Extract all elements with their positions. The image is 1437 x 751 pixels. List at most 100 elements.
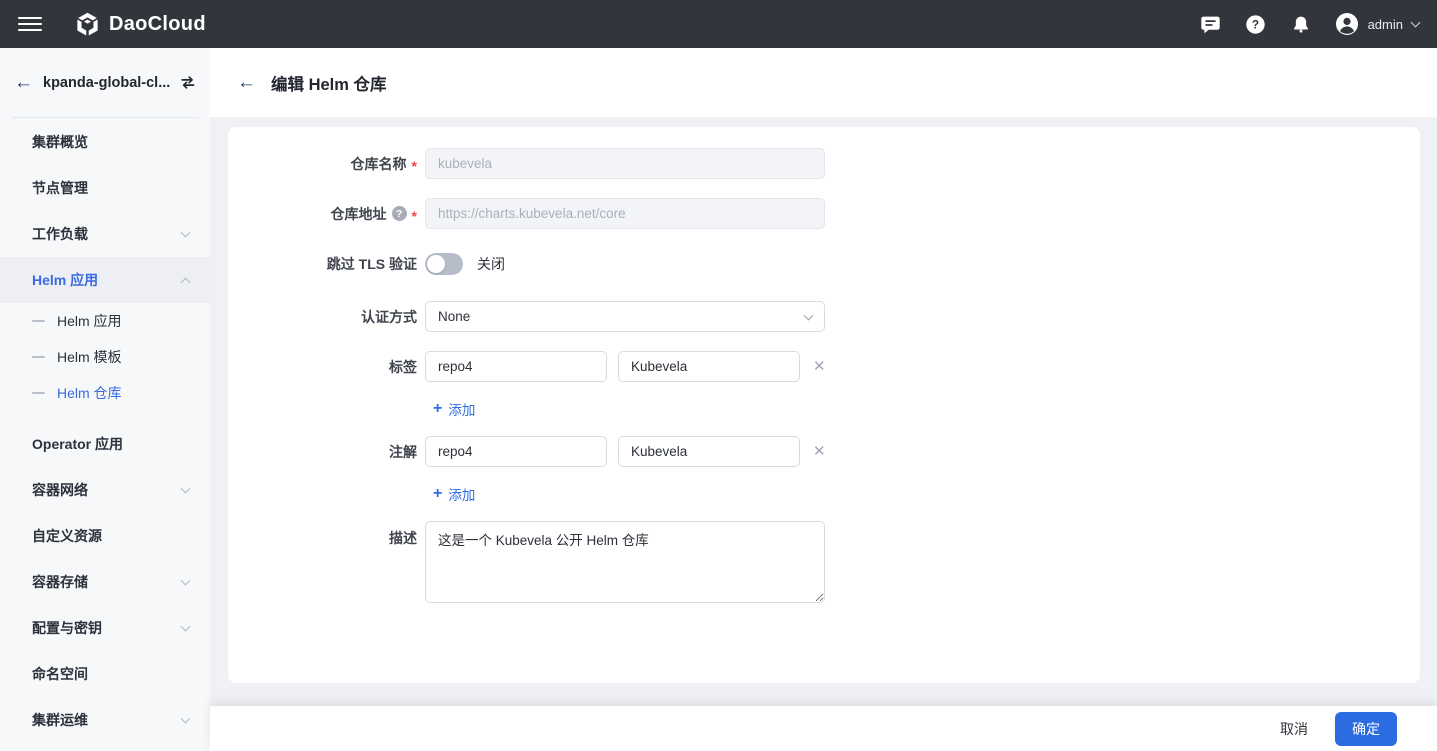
sidebar-item-label: 集群运维	[32, 710, 88, 730]
chevron-down-icon	[181, 714, 191, 724]
feedback-chat-icon[interactable]	[1200, 13, 1222, 35]
add-tag-button[interactable]: + 添加	[433, 399, 475, 419]
auth-method-label: 认证方式	[228, 301, 425, 332]
page-back-arrow-icon[interactable]: ←	[237, 73, 256, 92]
sidebar-item-label: 集群概览	[32, 132, 88, 152]
tag-value-input[interactable]	[618, 351, 800, 382]
chevron-down-icon	[181, 484, 191, 494]
chevron-down-icon	[804, 310, 814, 320]
sidebar-item[interactable]: 工作负载	[0, 211, 210, 257]
chevron-down-icon	[1411, 18, 1421, 28]
tags-row: 标签 ✕	[228, 351, 1420, 382]
avatar	[1335, 12, 1359, 36]
sidebar-item-label: Operator 应用	[32, 434, 123, 454]
remove-tag-icon[interactable]: ✕	[813, 359, 826, 374]
tags-label: 标签	[228, 351, 425, 382]
repo-url-label: 仓库地址 ? *	[228, 198, 425, 229]
chevron-down-icon	[181, 622, 191, 632]
sidebar-item-label: 容器网络	[32, 480, 88, 500]
form-card: 仓库名称 * 仓库地址 ? *	[228, 127, 1420, 683]
sidebar-item[interactable]: Operator 应用	[0, 421, 210, 467]
sidebar-item-label: 命名空间	[32, 664, 88, 684]
sidebar-item[interactable]: 容器网络	[0, 467, 210, 513]
cluster-name: kpanda-global-cl...	[43, 75, 170, 91]
repo-name-input	[425, 148, 825, 179]
sidebar-item[interactable]: Helm 仓库	[0, 375, 210, 411]
plus-icon: +	[433, 486, 442, 502]
auth-method-value: None	[438, 309, 470, 324]
dash-icon	[32, 356, 45, 358]
sidebar-nav: 集群概览节点管理工作负载 Helm 应用 Helm 应用 Helm 模板 Helm 仓库…	[0, 118, 210, 743]
annotations-label: 注解	[228, 436, 425, 467]
chevron-up-icon	[181, 277, 191, 287]
help-icon[interactable]: ?	[1245, 13, 1267, 35]
daocloud-cube-icon	[74, 11, 101, 38]
action-footer: 取消 确定	[210, 706, 1437, 751]
required-asterisk: *	[412, 208, 417, 224]
sidebar-item[interactable]: Helm 模板	[0, 339, 210, 375]
sidebar-item-label: 容器存储	[32, 572, 88, 592]
tag-key-input[interactable]	[425, 351, 607, 382]
top-bar: DaoCloud ?	[0, 0, 1437, 48]
skip-tls-label: 跳过 TLS 验证	[228, 248, 425, 279]
required-asterisk: *	[412, 158, 417, 174]
cluster-back-arrow-icon[interactable]: ←	[14, 73, 33, 92]
content-area: 仓库名称 * 仓库地址 ? *	[210, 117, 1437, 706]
user-name: admin	[1368, 17, 1403, 32]
annotation-key-input[interactable]	[425, 436, 607, 467]
add-tag-row: + 添加	[433, 399, 1420, 419]
auth-method-select[interactable]: None	[425, 301, 825, 332]
auth-method-row: 认证方式 None	[228, 301, 1420, 332]
sidebar-item[interactable]: 集群概览	[0, 119, 210, 165]
add-annotation-button[interactable]: + 添加	[433, 484, 475, 504]
annotations-row: 注解 ✕	[228, 436, 1420, 467]
daocloud-logo: DaoCloud	[74, 11, 206, 38]
sidebar-item[interactable]: Helm 应用	[0, 303, 210, 339]
skip-tls-state: 关闭	[477, 254, 505, 274]
sidebar-item-label: 自定义资源	[32, 526, 102, 546]
switch-cluster-icon[interactable]	[180, 73, 196, 92]
repo-url-input	[425, 198, 825, 229]
sidebar-item[interactable]: 自定义资源	[0, 513, 210, 559]
sidebar-item-label: Helm 模板	[57, 347, 122, 367]
sidebar-item-label: Helm 仓库	[57, 383, 122, 403]
sidebar-item-label: Helm 应用	[57, 311, 122, 331]
description-textarea[interactable]	[425, 521, 825, 603]
sidebar-item-label: 配置与密钥	[32, 618, 102, 638]
sidebar-item[interactable]: 集群运维	[0, 697, 210, 743]
sidebar-item-label: Helm 应用	[32, 270, 98, 290]
repo-name-row: 仓库名称 *	[228, 148, 1420, 179]
plus-icon: +	[433, 401, 442, 417]
description-row: 描述	[228, 521, 1420, 603]
sidebar-item[interactable]: 节点管理	[0, 165, 210, 211]
chevron-down-icon	[181, 576, 191, 586]
sidebar-item-label: 工作负载	[32, 224, 88, 244]
sidebar-item[interactable]: Helm 应用	[0, 257, 210, 303]
page-header: ← 编辑 Helm 仓库	[210, 48, 1437, 117]
sidebar-item-label: 节点管理	[32, 178, 88, 198]
chevron-down-icon	[181, 228, 191, 238]
annotation-value-input[interactable]	[618, 436, 800, 467]
hamburger-menu-icon[interactable]	[18, 17, 42, 32]
dash-icon	[32, 392, 45, 394]
skip-tls-toggle[interactable]	[425, 253, 463, 275]
skip-tls-row: 跳过 TLS 验证 关闭	[228, 248, 1420, 279]
sidebar-item[interactable]: 命名空间	[0, 651, 210, 697]
sidebar: ← kpanda-global-cl... 集群概览节点管理工作负载 Helm 应…	[0, 48, 210, 751]
repo-url-row: 仓库地址 ? *	[228, 198, 1420, 229]
description-label: 描述	[228, 521, 425, 603]
svg-text:?: ?	[1252, 17, 1259, 31]
dash-icon	[32, 320, 45, 322]
cancel-button[interactable]: 取消	[1280, 719, 1308, 739]
sidebar-item[interactable]: 配置与密钥	[0, 605, 210, 651]
confirm-button[interactable]: 确定	[1335, 712, 1397, 746]
sidebar-item[interactable]: 容器存储	[0, 559, 210, 605]
logo-text: DaoCloud	[109, 13, 206, 36]
remove-annotation-icon[interactable]: ✕	[813, 444, 826, 459]
help-tooltip-icon[interactable]: ?	[392, 206, 407, 221]
user-menu[interactable]: admin	[1335, 12, 1419, 36]
notification-bell-icon[interactable]	[1290, 13, 1312, 35]
page-title: 编辑 Helm 仓库	[271, 71, 387, 95]
add-annotation-row: + 添加	[433, 484, 1420, 504]
repo-name-label: 仓库名称 *	[228, 148, 425, 179]
